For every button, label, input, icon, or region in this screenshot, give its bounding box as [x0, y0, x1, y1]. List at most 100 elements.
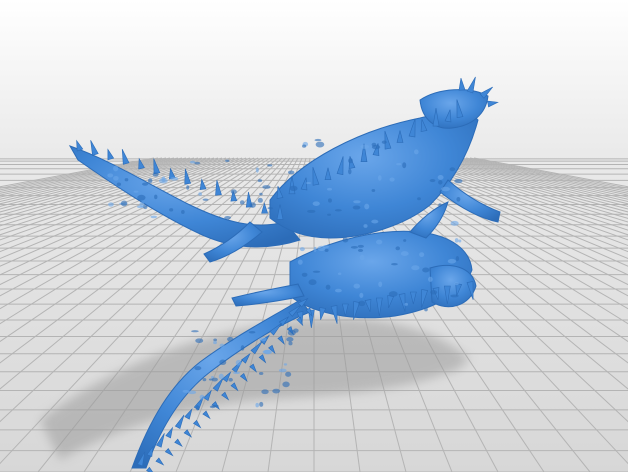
texture-bump	[282, 381, 290, 388]
texture-bump	[191, 330, 199, 333]
texture-bump	[152, 172, 159, 177]
texture-bump	[359, 292, 364, 298]
texture-bump	[455, 255, 460, 262]
texture-bump	[313, 246, 317, 252]
texture-bump	[213, 338, 218, 342]
texture-bump	[348, 168, 352, 175]
texture-bump	[239, 200, 245, 205]
texture-bump	[417, 197, 421, 201]
texture-bump	[195, 405, 200, 411]
texture-bump	[430, 290, 438, 295]
texture-bump	[272, 388, 281, 394]
texture-bump	[267, 206, 274, 210]
texture-bump	[170, 176, 179, 181]
render-viewport[interactable]	[0, 0, 628, 472]
texture-bump	[137, 194, 146, 201]
texture-bump	[402, 162, 407, 169]
texture-bump	[301, 272, 308, 277]
texture-bump	[233, 371, 241, 375]
texture-bump	[427, 276, 433, 282]
texture-bump	[219, 343, 225, 348]
texture-bump	[202, 377, 207, 382]
texture-bump	[255, 402, 259, 408]
texture-bump	[317, 245, 326, 251]
texture-bump	[396, 162, 402, 166]
texture-bump	[441, 186, 450, 192]
texture-bump	[158, 178, 168, 184]
texture-bump	[187, 390, 197, 395]
texture-bump	[249, 202, 256, 208]
texture-bump	[224, 216, 231, 220]
texture-bump	[286, 337, 294, 342]
texture-bump	[240, 345, 245, 351]
texture-bump	[218, 373, 224, 380]
texture-bump	[403, 239, 407, 242]
texture-bump	[357, 244, 364, 248]
texture-bump	[456, 196, 461, 202]
texture-bump	[327, 187, 333, 191]
texture-bump	[186, 185, 190, 190]
texture-bump	[335, 288, 342, 293]
texture-bump	[219, 359, 227, 366]
texture-bump	[267, 164, 273, 167]
texture-bump	[299, 247, 305, 252]
texture-bump	[411, 265, 420, 271]
texture-bump	[194, 161, 201, 165]
texture-bump	[113, 165, 119, 172]
texture-bump	[400, 251, 409, 257]
texture-bump	[419, 252, 425, 258]
texture-bump	[248, 330, 256, 334]
texture-bump	[375, 239, 383, 245]
texture-bump	[195, 338, 204, 344]
texture-bump	[199, 394, 205, 400]
texture-bump	[108, 202, 114, 207]
texture-bump	[360, 144, 370, 149]
model-viewer[interactable]	[0, 0, 628, 472]
texture-bump	[350, 245, 358, 249]
texture-bump	[259, 192, 263, 196]
texture-bump	[283, 363, 288, 366]
texture-bump	[458, 239, 462, 243]
texture-bump	[424, 307, 428, 312]
texture-bump	[116, 182, 122, 187]
texture-bump	[450, 220, 459, 226]
texture-bump	[181, 209, 185, 214]
texture-bump	[314, 138, 322, 142]
texture-bump	[136, 205, 145, 209]
texture-bump	[359, 254, 365, 261]
texture-bump	[213, 340, 217, 345]
texture-bump	[312, 270, 321, 273]
texture-bump	[227, 336, 234, 342]
texture-bump	[257, 197, 263, 203]
texture-bump	[327, 198, 332, 203]
texture-bump	[447, 258, 457, 264]
texture-bump	[342, 237, 349, 243]
texture-bump	[371, 188, 376, 192]
texture-bump	[422, 267, 430, 273]
texture-bump	[257, 179, 263, 183]
texture-bump	[169, 208, 174, 212]
texture-bump	[353, 283, 360, 289]
texture-bump	[454, 238, 459, 243]
texture-bump	[262, 185, 271, 189]
texture-bump	[258, 371, 264, 375]
texture-bump	[352, 205, 361, 210]
texture-bump	[308, 279, 317, 286]
texture-bump	[381, 140, 387, 144]
texture-bump	[414, 149, 419, 155]
texture-bump	[388, 291, 398, 297]
texture-bump	[429, 179, 436, 183]
texture-bump	[154, 194, 158, 200]
texture-bump	[450, 294, 459, 298]
texture-bump	[358, 300, 366, 307]
texture-bump	[133, 190, 139, 193]
texture-bump	[225, 159, 230, 163]
texture-bump	[182, 389, 189, 393]
texture-bump	[438, 203, 442, 207]
texture-bump	[285, 371, 292, 377]
texture-bump	[334, 209, 342, 212]
texture-bump	[259, 401, 264, 407]
texture-bump	[255, 167, 259, 173]
texture-bump	[150, 215, 158, 219]
texture-bump	[289, 185, 298, 192]
